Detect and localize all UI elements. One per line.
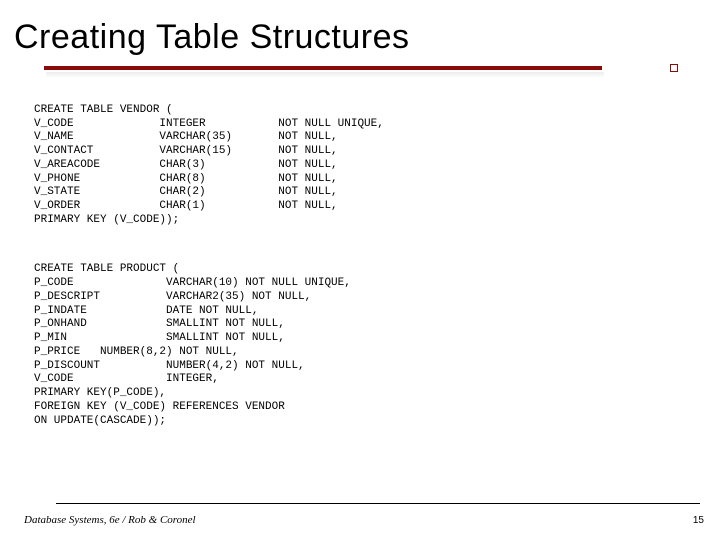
rule-shadow: [46, 72, 604, 78]
title-underline: [44, 66, 702, 70]
square-icon: [670, 64, 678, 72]
footer-text: Database Systems, 6e / Rob & Coronel: [24, 514, 196, 526]
content-area: CREATE TABLE VENDOR ( V_CODE INTEGER NOT…: [34, 90, 700, 456]
footer-divider: [56, 503, 700, 504]
slide-title: Creating Table Structures: [0, 0, 720, 57]
page-number: 15: [693, 515, 704, 526]
rule-thick: [44, 66, 602, 70]
sql-block-product: CREATE TABLE PRODUCT ( P_CODE VARCHAR(10…: [34, 263, 700, 428]
sql-block-vendor: CREATE TABLE VENDOR ( V_CODE INTEGER NOT…: [34, 104, 700, 228]
slide: Creating Table Structures CREATE TABLE V…: [0, 0, 720, 540]
